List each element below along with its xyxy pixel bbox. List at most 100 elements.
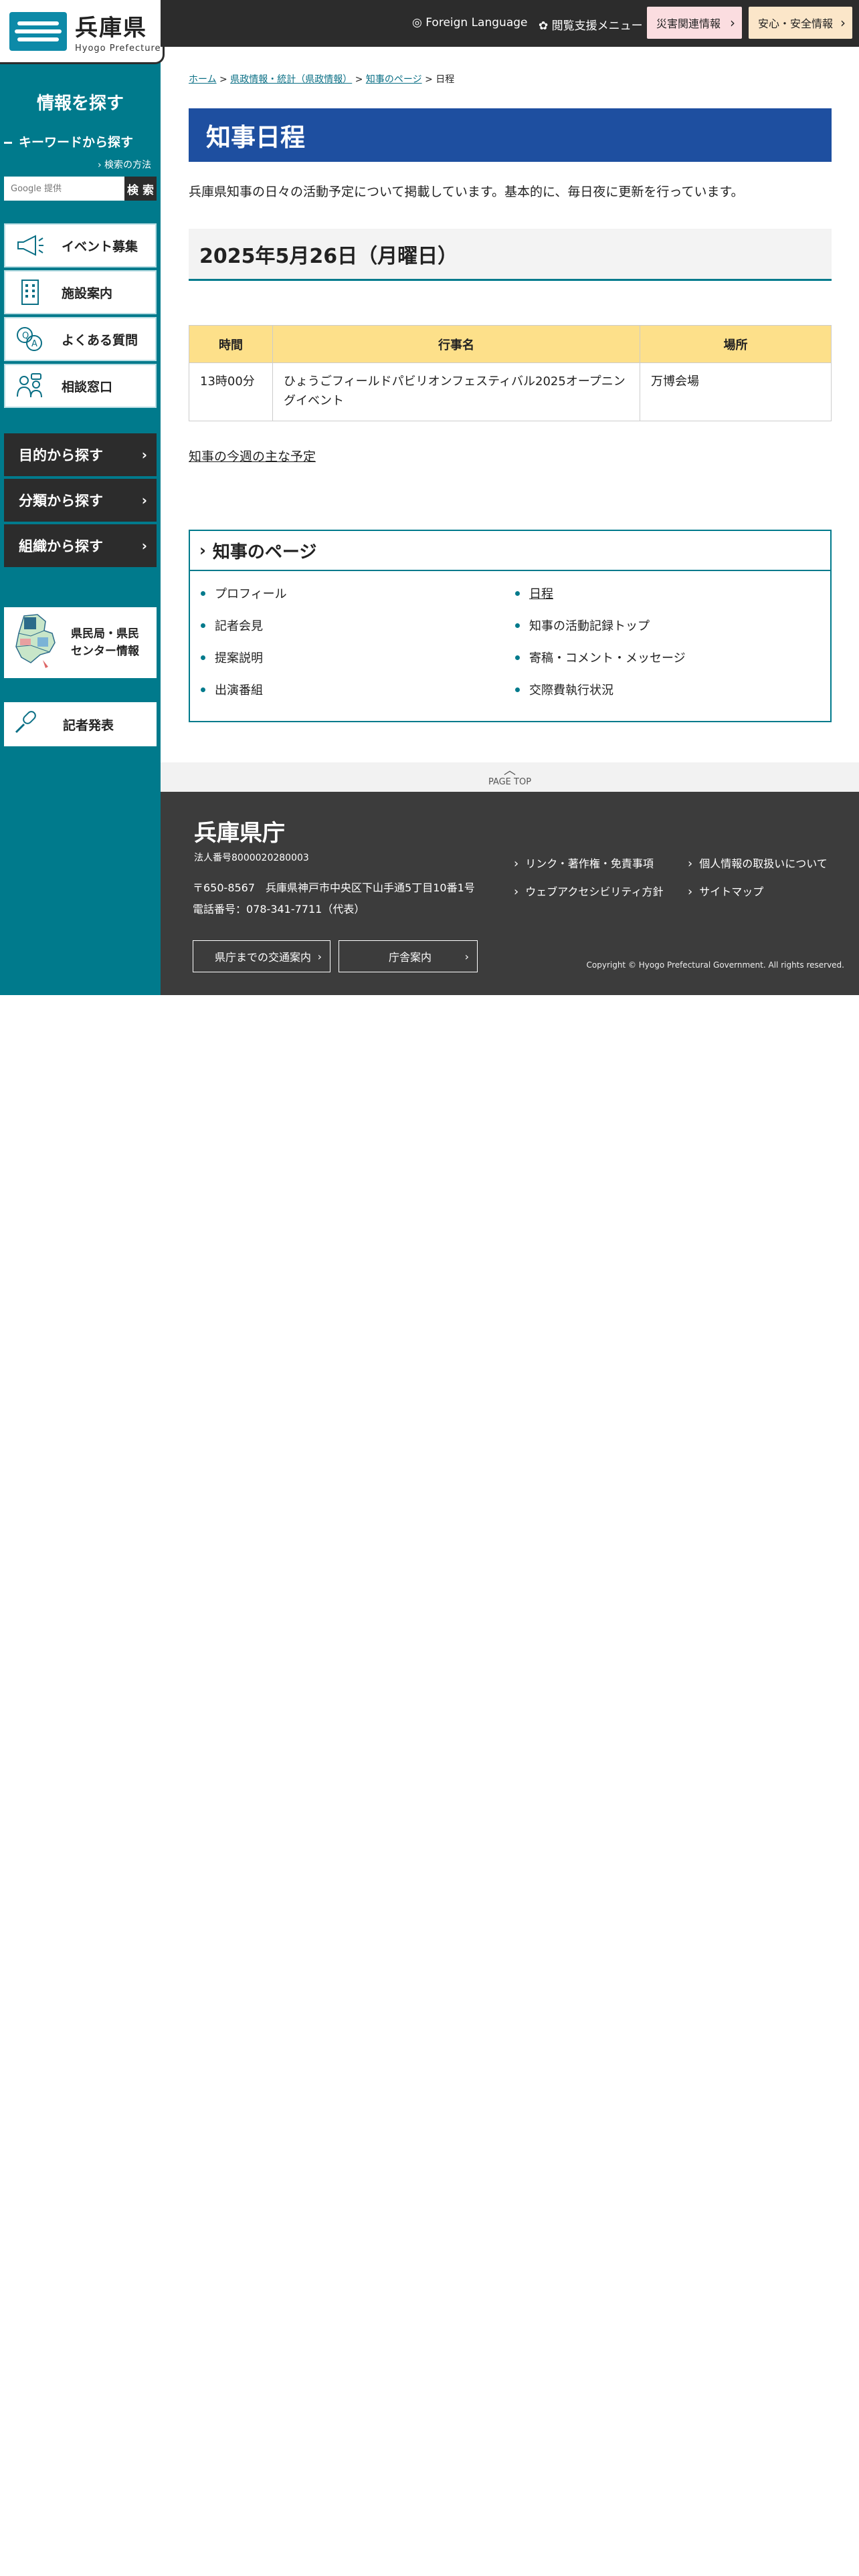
footer-copyright: Copyright © Hyogo Prefectural Government… <box>586 960 845 970</box>
find-by-organization[interactable]: 組織から探す › <box>4 524 157 567</box>
office-guide-label: 庁舎案内 <box>389 951 432 964</box>
menu-item-label: 提案説明 <box>215 651 263 665</box>
safety-info-label: 安心・安全情報 <box>758 17 834 30</box>
menu-item-expenses[interactable]: 交際費執行状況 <box>515 681 830 698</box>
disaster-info-button[interactable]: 災害関連情報 › <box>647 7 742 39</box>
chevron-right-icon: › <box>141 492 147 508</box>
footer-link-accessibility[interactable]: ウェブアクセシビリティ方針 <box>514 883 663 899</box>
governor-page-menu-title-text: 知事のページ <box>212 542 317 562</box>
quick-item-facility[interactable]: 施設案内 <box>4 270 157 314</box>
quick-item-label: イベント募集 <box>62 239 138 254</box>
table-row: 13時00分 ひょうごフィールドパビリオンフェスティバル2025オープニン グイ… <box>189 362 832 421</box>
quick-links: イベント募集 施設案内 QA よくある質問 相談窓口 <box>4 223 157 411</box>
menu-item-messages[interactable]: 寄稿・コメント・メッセージ <box>515 649 830 666</box>
breadcrumb-separator: > <box>425 74 433 85</box>
find-by-purpose[interactable]: 目的から探す › <box>4 433 157 476</box>
breadcrumb-separator: > <box>355 74 363 85</box>
footer-link-privacy[interactable]: 個人情報の取扱いについて <box>688 855 828 871</box>
search-button[interactable]: 検 索 <box>124 177 157 201</box>
breadcrumb-prefectural-info[interactable]: 県政情報・統計（県政情報） <box>230 74 352 85</box>
footer-address: 〒650-8567 兵庫県神戸市中央区下山手通5丁目10番1号 <box>193 881 475 894</box>
chevron-right-icon: › <box>141 447 147 463</box>
search-method-link[interactable]: › 検索の方法 <box>98 158 151 171</box>
page-top-label: PAGE TOP <box>488 777 532 787</box>
column-header-place: 場所 <box>640 325 832 363</box>
menu-item-label: 交際費執行状況 <box>529 683 613 697</box>
access-support-menu[interactable]: ✿ 閲覧支援メニュー <box>539 16 643 33</box>
footer-link-copyright[interactable]: リンク・著作権・免責事項 <box>514 855 654 871</box>
footer: 兵庫県庁 法人番号8000020280003 〒650-8567 兵庫県神戸市中… <box>161 792 859 995</box>
footer-phone: 電話番号：078-341-7711（代表） <box>193 903 365 916</box>
chevron-right-icon: › <box>317 950 322 963</box>
regional-center-label-line2: センター情報 <box>71 645 139 658</box>
footer-link-sitemap[interactable]: サイトマップ <box>688 883 763 899</box>
access-support-label: 閲覧支援メニュー <box>551 19 643 33</box>
find-item-label: 分類から探す <box>19 493 103 509</box>
menu-item-label: 記者会見 <box>215 619 263 633</box>
quick-item-consult[interactable]: 相談窓口 <box>4 364 157 408</box>
find-item-label: 組織から探す <box>19 538 103 554</box>
menu-item-activity-record[interactable]: 知事の活動記録トップ <box>515 617 830 634</box>
sidebar-title: 情報を探す <box>36 94 124 114</box>
logo-text-jp: 兵庫県 <box>75 14 147 41</box>
quick-item-event[interactable]: イベント募集 <box>4 223 157 267</box>
globe-icon: ◎ <box>412 16 422 29</box>
menu-item-label: 日程 <box>529 587 553 601</box>
consultation-icon <box>13 372 47 399</box>
access-guide-label: 県庁までの交通案内 <box>215 951 312 964</box>
microphone-icon <box>12 710 39 739</box>
cell-event: ひょうごフィールドパビリオンフェスティバル2025オープニン グイベント <box>272 362 640 421</box>
cell-event-line: ひょうごフィールドパビリオンフェスティバル2025オープニン <box>284 374 626 389</box>
safety-info-button[interactable]: 安心・安全情報 › <box>749 7 852 39</box>
access-guide-button[interactable]: 県庁までの交通案内 › <box>193 940 330 972</box>
breadcrumb-home[interactable]: ホーム <box>189 74 217 85</box>
hyogo-map-icon <box>11 613 64 672</box>
search-form: 検 索 <box>4 177 157 201</box>
page-title: 知事日程 <box>189 108 832 162</box>
breadcrumb-governor-page[interactable]: 知事のページ <box>366 74 422 85</box>
press-release-card[interactable]: 記者発表 <box>4 702 157 746</box>
footer-corp-number: 法人番号8000020280003 <box>194 853 309 863</box>
menu-item-label: 寄稿・コメント・メッセージ <box>529 651 686 665</box>
cell-event-line: グイベント <box>284 393 344 408</box>
schedule-table: 時間 行事名 場所 13時00分 ひょうごフィールドパビリオンフェスティバル20… <box>189 325 832 421</box>
building-icon <box>13 279 47 306</box>
breadcrumb: ホーム > 県政情報・統計（県政情報） > 知事のページ > 日程 <box>189 72 454 86</box>
menu-item-programs[interactable]: 出演番組 <box>201 681 515 698</box>
menu-item-proposal[interactable]: 提案説明 <box>201 649 515 666</box>
breadcrumb-separator: > <box>219 74 227 85</box>
weekly-schedule-link[interactable]: 知事の今週の主な予定 <box>189 447 316 465</box>
hyogo-logo-icon <box>9 11 67 51</box>
quick-item-faq[interactable]: QA よくある質問 <box>4 317 157 361</box>
chevron-right-icon: › <box>840 15 846 31</box>
footer-org-name: 兵庫県庁 <box>194 820 285 847</box>
regional-center-label: 県民局・県民 センター情報 <box>71 625 139 661</box>
find-by-category[interactable]: 分類から探す › <box>4 479 157 522</box>
cell-place: 万博会場 <box>640 362 832 421</box>
quick-item-label: 相談窓口 <box>62 379 113 395</box>
breadcrumb-current: 日程 <box>436 74 455 85</box>
table-header-row: 時間 行事名 場所 <box>189 325 832 363</box>
disaster-info-label: 災害関連情報 <box>656 17 721 30</box>
menu-item-press-conference[interactable]: 記者会見 <box>201 617 515 634</box>
search-input[interactable] <box>4 177 124 201</box>
menu-item-label: 知事の活動記録トップ <box>529 619 650 633</box>
regional-center-label-line1: 県民局・県民 <box>71 627 139 641</box>
foreign-language-label: Foreign Language <box>425 16 528 29</box>
chevron-right-icon: › <box>199 541 206 560</box>
cell-time: 13時00分 <box>189 362 273 421</box>
schedule-date-heading: 2025年5月26日（月曜日） <box>189 229 832 281</box>
chevron-right-icon: › <box>464 950 469 963</box>
menu-item-schedule[interactable]: 日程 <box>515 584 830 602</box>
svg-text:A: A <box>31 339 37 349</box>
menu-item-profile[interactable]: プロフィール <box>201 584 515 602</box>
page-top-button[interactable]: ︿ PAGE TOP <box>161 762 859 792</box>
office-guide-button[interactable]: 庁舎案内 › <box>339 940 478 972</box>
foreign-language-link[interactable]: ◎ Foreign Language <box>412 16 528 29</box>
site-logo[interactable]: 兵庫県 Hyogo Prefecture <box>0 0 165 64</box>
gear-icon: ✿ <box>539 19 549 33</box>
find-item-label: 目的から探す <box>19 447 103 463</box>
press-release-label: 記者発表 <box>63 718 114 733</box>
regional-center-card[interactable]: 県民局・県民 センター情報 <box>4 607 157 678</box>
sidebar: 兵庫県 Hyogo Prefecture 情報を探す キーワードから探す › 検… <box>0 0 165 995</box>
